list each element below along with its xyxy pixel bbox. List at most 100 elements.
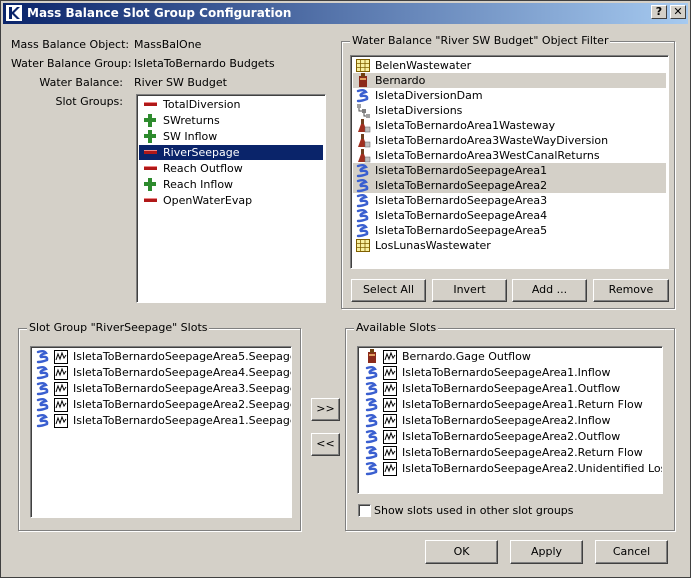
available-slot-item[interactable]: IsletaToBernardoSeepageArea2.Unidentifie… bbox=[360, 461, 662, 476]
remove-object-button[interactable]: Remove bbox=[593, 279, 669, 302]
group-slot-item[interactable]: IsletaToBernardoSeepageArea4.Seepage bbox=[33, 365, 292, 380]
title-bar[interactable]: Mass Balance Slot Group Configuration ? … bbox=[3, 3, 688, 24]
available-slots-list[interactable]: Bernardo.Gage Outflow IsletaToBernardoSee… bbox=[357, 346, 663, 494]
group-slot-item-label: IsletaToBernardoSeepageArea1.Seepage bbox=[73, 414, 292, 427]
filter-object-item[interactable]: IsletaToBernardoSeepageArea4 bbox=[353, 208, 666, 223]
group-slot-item[interactable]: IsletaToBernardoSeepageArea5.Seepage bbox=[33, 349, 292, 364]
minus-icon bbox=[144, 102, 157, 106]
series-icon bbox=[383, 398, 397, 412]
slot-group-item[interactable]: SW Inflow bbox=[139, 129, 323, 144]
filter-object-item[interactable]: Bernardo bbox=[353, 73, 666, 88]
select-all-button[interactable]: Select All bbox=[351, 279, 426, 302]
filter-object-item-label: IsletaToBernardoArea3WasteWayDiversion bbox=[375, 134, 609, 147]
filter-object-item-label: IsletaToBernardoSeepageArea2 bbox=[375, 179, 548, 192]
slot-group-item[interactable]: Reach Outflow bbox=[139, 161, 323, 176]
filter-object-item[interactable]: IsletaToBernardoSeepageArea3 bbox=[353, 193, 666, 208]
reach-icon bbox=[356, 179, 369, 193]
reach-icon bbox=[36, 366, 49, 380]
move-to-group-button[interactable]: >> bbox=[311, 398, 340, 421]
ok-button[interactable]: OK bbox=[425, 540, 498, 564]
available-slot-item-label: IsletaToBernardoSeepageArea2.Return Flow bbox=[402, 446, 643, 459]
minus-icon bbox=[144, 198, 157, 202]
slot-group-item[interactable]: SWreturns bbox=[139, 113, 323, 128]
remove-from-group-button[interactable]: << bbox=[311, 433, 340, 456]
available-slot-item[interactable]: IsletaToBernardoSeepageArea1.Outflow bbox=[360, 381, 660, 396]
available-slot-item-label: IsletaToBernardoSeepageArea2.Inflow bbox=[402, 414, 611, 427]
group-slot-item[interactable]: IsletaToBernardoSeepageArea2.Seepage bbox=[33, 397, 292, 412]
slot-group-item[interactable]: Reach Inflow bbox=[139, 177, 323, 192]
close-button[interactable]: ✕ bbox=[670, 5, 686, 19]
group-slot-item[interactable]: IsletaToBernardoSeepageArea3.Seepage bbox=[33, 381, 291, 396]
reach-icon bbox=[365, 414, 378, 428]
reach-icon bbox=[356, 224, 369, 238]
filter-object-item-label: IsletaDiversionDam bbox=[375, 89, 483, 102]
flask-icon bbox=[358, 119, 371, 133]
filter-object-item[interactable]: IsletaToBernardoArea3WestCanalReturns bbox=[353, 148, 666, 163]
minus-icon bbox=[144, 166, 157, 170]
slot-group-item[interactable]: RiverSeepage bbox=[139, 145, 323, 160]
reach-icon bbox=[365, 430, 378, 444]
slot-group-item-label: Reach Outflow bbox=[163, 162, 243, 175]
available-slot-item-label: IsletaToBernardoSeepageArea1.Outflow bbox=[402, 382, 621, 395]
filter-object-item[interactable]: IsletaToBernardoSeepageArea2 bbox=[353, 178, 666, 193]
invert-button[interactable]: Invert bbox=[432, 279, 507, 302]
object-filter-title: Water Balance "River SW Budget" Object F… bbox=[350, 34, 611, 47]
series-icon bbox=[54, 414, 68, 428]
slot-group-item[interactable]: OpenWaterEvap bbox=[139, 193, 323, 208]
object-filter-list[interactable]: BelenWastewater Bernardo IsletaDiversionDa… bbox=[350, 55, 669, 269]
add-object-button[interactable]: Add ... bbox=[512, 279, 587, 302]
series-icon bbox=[54, 398, 68, 412]
series-icon bbox=[383, 382, 397, 396]
diversion-icon bbox=[357, 104, 370, 118]
slot-group-item[interactable]: TotalDiversion bbox=[139, 97, 323, 112]
plus-icon bbox=[144, 114, 156, 127]
reach-icon bbox=[36, 414, 49, 428]
filter-object-item[interactable]: IsletaToBernardoSeepageArea1 bbox=[353, 163, 666, 178]
available-slot-item[interactable]: IsletaToBernardoSeepageArea1.Return Flow bbox=[360, 397, 660, 412]
group-slot-item-label: IsletaToBernardoSeepageArea5.Seepage bbox=[73, 350, 292, 363]
slot-group-slots-list[interactable]: IsletaToBernardoSeepageArea5.Seepage Isle… bbox=[30, 346, 292, 518]
filter-object-item[interactable]: LosLunasWastewater bbox=[353, 238, 666, 253]
filter-object-item[interactable]: IsletaDiversionDam bbox=[353, 88, 666, 103]
show-used-slots-checkbox[interactable] bbox=[358, 504, 371, 517]
filter-object-item[interactable]: IsletaDiversions bbox=[353, 103, 666, 118]
slot-group-item-label: OpenWaterEvap bbox=[163, 194, 253, 207]
available-slot-item[interactable]: IsletaToBernardoSeepageArea1.Inflow bbox=[360, 365, 660, 380]
filter-object-item-label: IsletaToBernardoArea3WestCanalReturns bbox=[375, 149, 600, 162]
group-slot-item[interactable]: IsletaToBernardoSeepageArea1.Seepage bbox=[33, 413, 292, 428]
series-icon bbox=[383, 446, 397, 460]
available-slot-item[interactable]: Bernardo.Gage Outflow bbox=[360, 349, 660, 364]
filter-object-item-label: IsletaToBernardoArea1Wasteway bbox=[375, 119, 556, 132]
water-balance-group-label: Water Balance Group: bbox=[11, 57, 132, 70]
filter-object-item[interactable]: IsletaToBernardoArea3WasteWayDiversion bbox=[353, 133, 666, 148]
filter-object-item[interactable]: IsletaToBernardoSeepageArea5 bbox=[353, 223, 666, 238]
group-slot-item-label: IsletaToBernardoSeepageArea2.Seepage bbox=[73, 398, 292, 411]
available-slot-item[interactable]: IsletaToBernardoSeepageArea2.Outflow bbox=[360, 429, 660, 444]
slot-groups-list[interactable]: TotalDiversion SWreturns SW Inflow RiverSee… bbox=[136, 94, 326, 303]
grid-icon bbox=[356, 59, 370, 72]
plus-icon bbox=[144, 178, 156, 191]
help-button[interactable]: ? bbox=[651, 5, 667, 19]
available-slot-item[interactable]: IsletaToBernardoSeepageArea2.Inflow bbox=[360, 413, 660, 428]
filter-object-item[interactable]: BelenWastewater bbox=[353, 58, 666, 73]
series-icon bbox=[383, 430, 397, 444]
reach-icon bbox=[365, 366, 378, 380]
available-slot-item[interactable]: IsletaToBernardoSeepageArea2.Return Flow bbox=[360, 445, 660, 460]
cancel-button[interactable]: Cancel bbox=[595, 540, 668, 564]
reach-icon bbox=[365, 382, 378, 396]
reach-icon bbox=[356, 194, 369, 208]
gage-icon bbox=[368, 349, 376, 363]
reach-icon bbox=[356, 164, 369, 178]
reach-icon bbox=[356, 89, 369, 103]
series-icon bbox=[383, 350, 397, 364]
available-slots-title: Available Slots bbox=[354, 321, 439, 334]
apply-button[interactable]: Apply bbox=[510, 540, 583, 564]
filter-object-item-label: IsletaToBernardoSeepageArea1 bbox=[375, 164, 548, 177]
plus-icon bbox=[144, 130, 156, 143]
group-slot-item-label: IsletaToBernardoSeepageArea4.Seepage bbox=[73, 366, 292, 379]
series-icon bbox=[54, 382, 68, 396]
water-balance-label: Water Balance: bbox=[39, 76, 123, 89]
water-balance-group-value: IsletaToBernardo Budgets bbox=[134, 57, 275, 70]
filter-object-item[interactable]: IsletaToBernardoArea1Wasteway bbox=[353, 118, 666, 133]
dialog-window: Mass Balance Slot Group Configuration ? … bbox=[0, 0, 691, 578]
